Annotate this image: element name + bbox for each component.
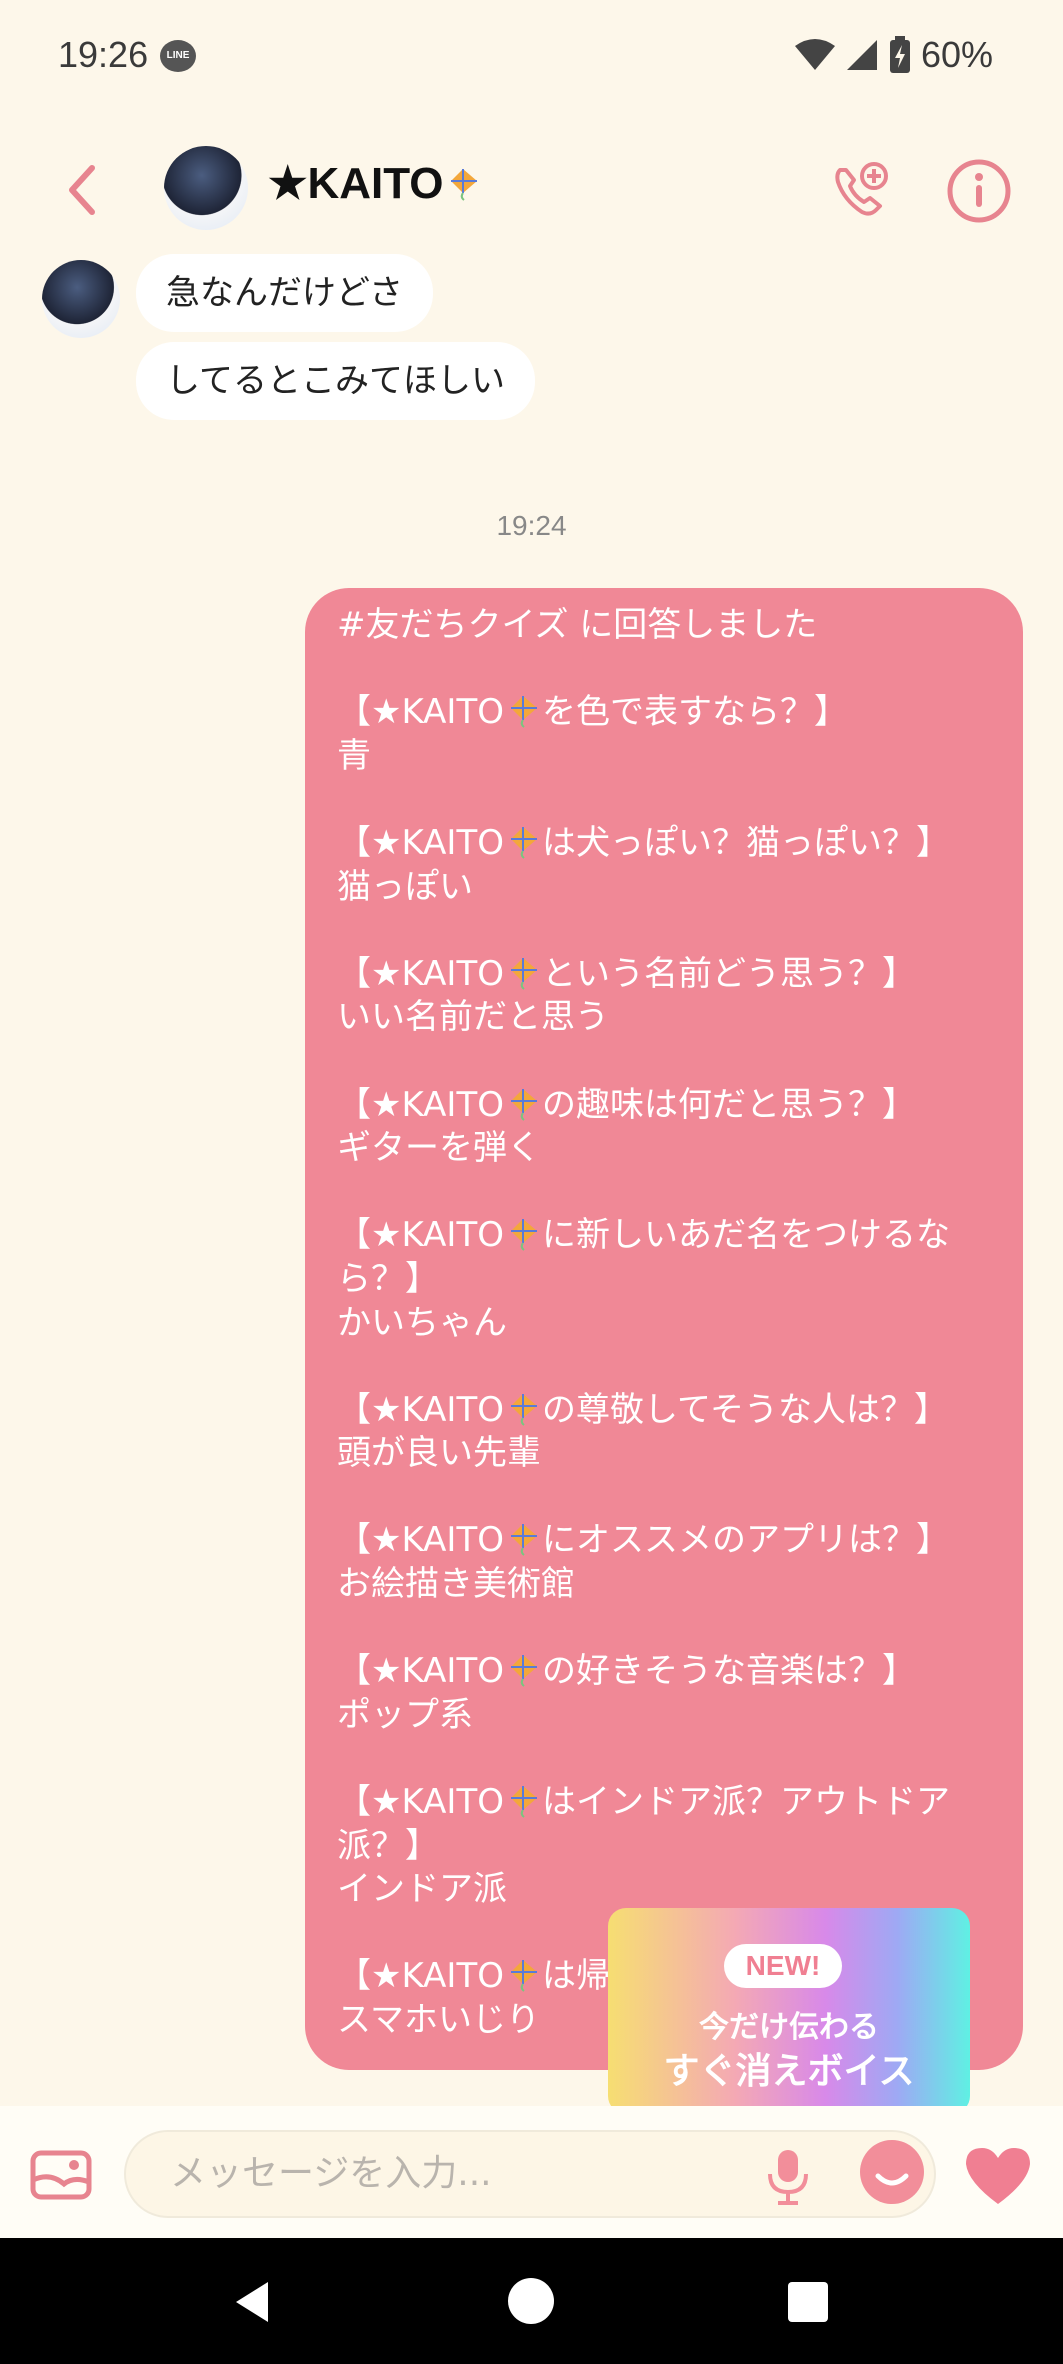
message-line [337, 1607, 1007, 1651]
signal-icon [846, 40, 877, 70]
smile-icon [875, 2173, 909, 2186]
new-badge: NEW! [724, 1944, 842, 1988]
kite-emoji-icon [450, 169, 477, 201]
battery-icon [889, 36, 910, 73]
wifi-icon [794, 39, 835, 70]
gallery-icon[interactable] [30, 2150, 92, 2200]
message-input[interactable]: メッセージを入力... [124, 2130, 936, 2218]
outgoing-message-text: #友だちクイズ に回答しました 【★KAITO を色で表すなら？】青【★KAITO は… [337, 604, 1007, 2043]
message-line: いい名前だと思う [337, 997, 609, 1038]
kite-emoji-icon [511, 1786, 537, 1818]
message-line [337, 1737, 1007, 1781]
kite-emoji-icon [511, 826, 537, 859]
message-line: 【★KAITO の尊敬してそうな人は？】 [337, 1389, 948, 1430]
message-line [337, 648, 1007, 692]
kite-emoji-icon [511, 957, 537, 990]
info-icon[interactable] [946, 158, 1012, 224]
message-line: ポップ系 [337, 1694, 473, 1735]
kite-emoji-icon [511, 1088, 537, 1121]
kite-emoji-icon [511, 696, 537, 728]
message-line: 【★KAITO にオススメのアプリは？】 [337, 1520, 950, 1561]
nav-back-icon[interactable] [228, 2278, 276, 2326]
incoming-message[interactable]: 急なんだけどさ [136, 254, 433, 332]
message-line [337, 1171, 1007, 1215]
chat-header: ★KAITO [0, 130, 1063, 250]
message-line [337, 1476, 1007, 1520]
message-line: ら？】 [337, 1258, 439, 1299]
message-line: ギターを弾く [337, 1128, 541, 1169]
outgoing-message[interactable]: #友だちクイズ に回答しました 【★KAITO を色で表すなら？】青【★KAITO は… [305, 588, 1023, 2070]
heart-icon[interactable] [962, 2144, 1034, 2206]
system-nav-bar [0, 2238, 1063, 2364]
message-timestamp: 19:24 [496, 510, 567, 541]
incoming-message[interactable]: してるとこみてほしい [136, 342, 535, 420]
message-input-bar: メッセージを入力... [0, 2106, 1063, 2238]
contact-name[interactable]: ★KAITO [268, 158, 480, 209]
message-line [337, 1345, 1007, 1389]
emoji-icon[interactable] [860, 2140, 924, 2204]
message-line: インドア派 [337, 1869, 507, 1910]
nav-home-icon[interactable] [508, 2278, 554, 2324]
message-line: 【★KAITO の好きそうな音楽は？】 [337, 1651, 916, 1692]
message-line: 【★KAITO という名前どう思う？】 [337, 953, 916, 994]
message-line [337, 909, 1007, 953]
message-line: かいちゃん [337, 1302, 507, 1343]
message-line: 【★KAITO はインドア派？アウトドア [337, 1782, 950, 1823]
message-line: 青 [337, 735, 371, 776]
message-line [337, 1040, 1007, 1084]
back-arrow-icon[interactable] [58, 160, 108, 220]
kite-emoji-icon [511, 1393, 537, 1426]
message-line: #友だちクイズ に回答しました [337, 605, 818, 645]
message-line [337, 778, 1007, 822]
promo-line-2: すぐ消えボイス [663, 2051, 915, 2092]
kite-emoji-icon [511, 1655, 537, 1688]
message-line: 派？】 [337, 1825, 439, 1866]
line-notification-icon: LINE [160, 40, 196, 72]
message-line: 頭が良い先輩 [337, 1433, 541, 1474]
kite-emoji-icon [511, 1960, 537, 1993]
kite-emoji-icon [511, 1524, 537, 1557]
sender-avatar[interactable] [42, 260, 120, 338]
battery-level: 60% [920, 34, 993, 75]
message-line: 猫っぽい [337, 866, 473, 907]
mic-icon[interactable] [762, 2148, 814, 2206]
message-line: 【★KAITO の趣味は何だと思う？】 [337, 1084, 916, 1125]
message-line: 【★KAITO を色で表すなら？】 [337, 692, 848, 733]
voice-call-icon[interactable] [828, 160, 892, 224]
message-line: 【★KAITO に新しいあだ名をつけるな [337, 1215, 950, 1256]
contact-avatar[interactable] [164, 146, 248, 230]
status-bar: 19:26 LINE 60% [0, 0, 1063, 118]
vanishing-voice-promo[interactable]: NEW! 今だけ伝わる すぐ消えボイス [608, 1908, 970, 2114]
status-time: 19:26 [58, 34, 149, 75]
message-input-placeholder: メッセージを入力... [170, 2153, 492, 2194]
message-line: お絵描き美術館 [337, 1564, 575, 1605]
promo-line-1: 今だけ伝わる [699, 2010, 879, 2045]
message-line: 【★KAITO は犬っぽい？猫っぽい？】 [337, 822, 950, 863]
nav-recents-icon[interactable] [788, 2282, 828, 2322]
status-icons: 60% [794, 34, 993, 76]
kite-emoji-icon [511, 1219, 537, 1252]
contact-name-text: ★KAITO [268, 159, 444, 208]
